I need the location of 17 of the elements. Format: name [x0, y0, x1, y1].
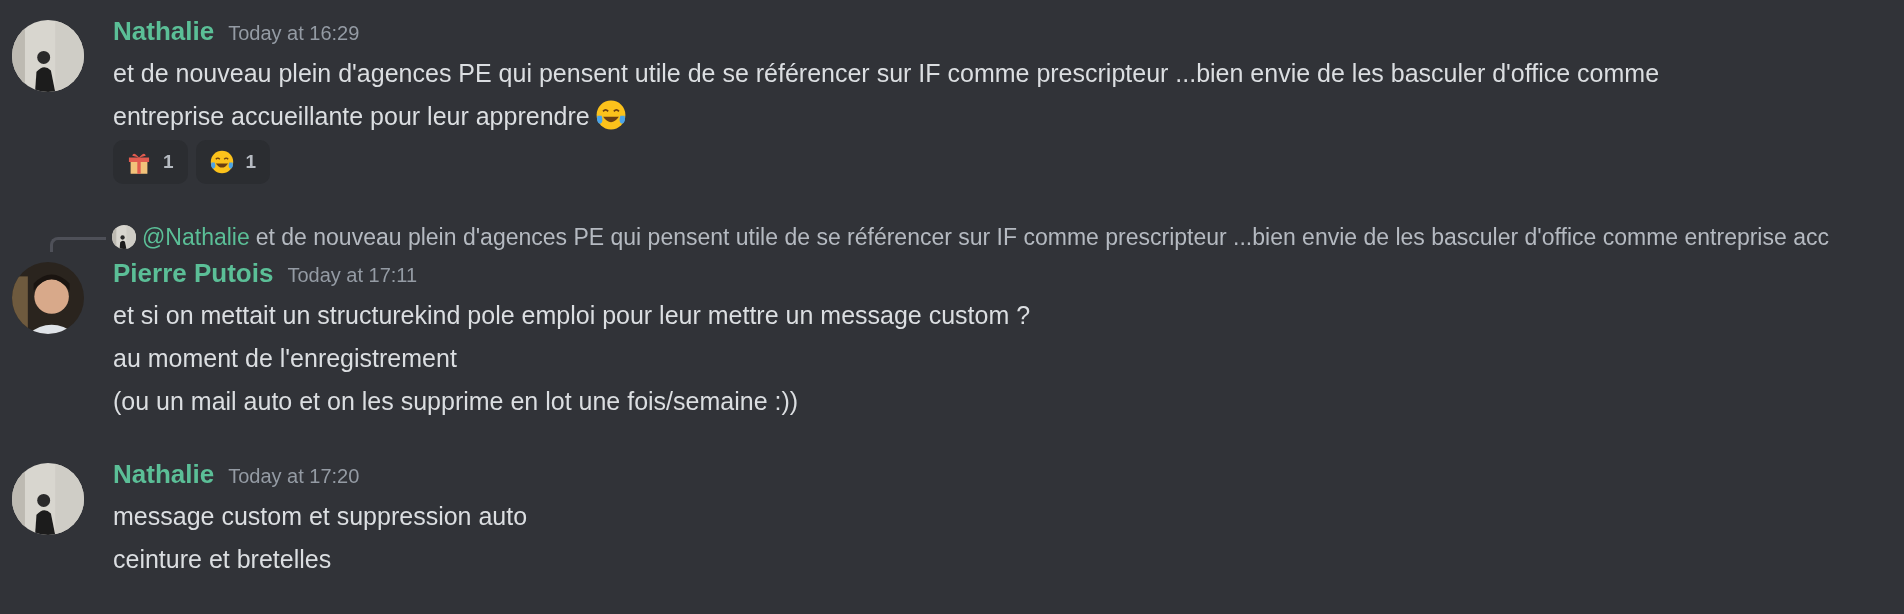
timestamp: Today at 16:29: [228, 22, 360, 45]
author-name[interactable]: Nathalie: [113, 459, 215, 490]
message-text: (ou un mail auto et on les supprime en lot une fois/semaine :)): [113, 387, 799, 415]
author-name[interactable]: Pierre Putois: [113, 258, 274, 289]
reaction-button[interactable]: 1: [195, 140, 271, 184]
author-name[interactable]: Nathalie: [113, 16, 215, 47]
message-text: et si on mettait un structurekind pole emploi pour leur mettre un message custom ?: [113, 301, 1031, 329]
message-text: message custom et suppression auto: [113, 502, 528, 530]
reply-connector: [50, 237, 106, 252]
message-text: au moment de l'enregistrement: [113, 344, 457, 372]
reaction-button[interactable]: 1: [113, 140, 188, 184]
timestamp: Today at 17:20: [228, 465, 360, 488]
message-text: et de nouveau plein d'agences PE qui pensent utile de se référencer sur IF comme prescripteur ...bien envie de les basculer d'office comme entreprise accueillante pour leur apprendre: [113, 59, 1660, 130]
message-text: ceinture et bretelles: [113, 545, 332, 573]
reply-mention[interactable]: @Nathalie: [142, 223, 250, 251]
reply-preview[interactable]: et de nouveau plein d'agences PE qui pensent utile de se référencer sur IF comme prescripteur ...bien envie de les basculer d'office comme entreprise acc: [255, 223, 1829, 251]
timestamp: Today at 17:11: [287, 264, 418, 287]
